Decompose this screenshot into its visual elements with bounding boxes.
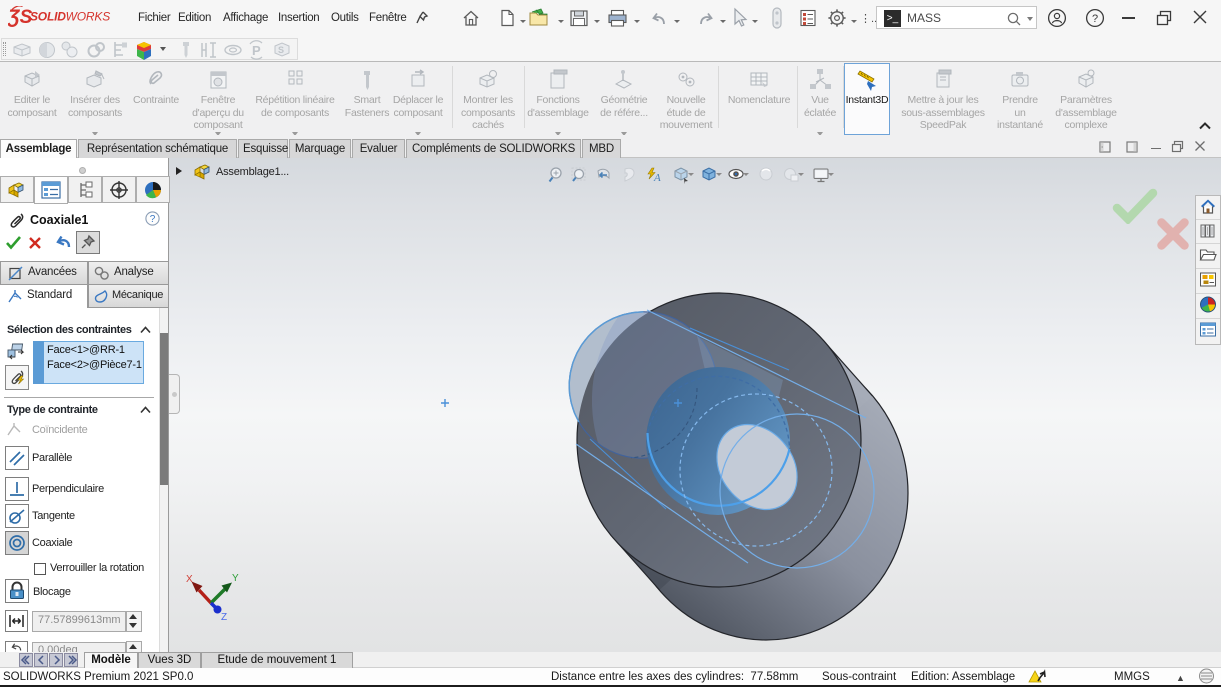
- svg-text:SOLIDWORKS: SOLIDWORKS: [30, 10, 110, 24]
- svg-text:?: ?: [150, 214, 156, 225]
- svg-text:Y: Y: [232, 573, 239, 584]
- svg-text:P: P: [252, 43, 261, 58]
- svg-text:S: S: [278, 45, 284, 55]
- svg-text:X: X: [186, 574, 193, 585]
- svg-text:?: ?: [1092, 13, 1098, 25]
- svg-text:Z: Z: [221, 612, 227, 623]
